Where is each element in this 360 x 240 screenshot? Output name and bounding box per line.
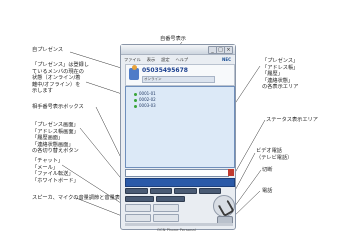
status-area-label: ステータス表示エリア: [266, 117, 318, 123]
tab-row-2: [125, 196, 185, 202]
volume-slider[interactable]: [125, 223, 233, 226]
search-box-label: 相手番号表示ボックス: [32, 104, 84, 110]
self-number-label: 自番号表示: [160, 36, 186, 42]
menu-file[interactable]: ファイル: [124, 56, 141, 63]
file-transfer-button[interactable]: [125, 214, 151, 222]
video-call-label: ビデオ電話 （テレビ電話）: [256, 148, 293, 161]
brand-logo: NEC: [221, 57, 231, 62]
menu-settings[interactable]: 設定: [161, 56, 169, 63]
online-icon: [134, 98, 137, 102]
hangup-label: 切断: [262, 167, 273, 173]
chat-button[interactable]: [125, 204, 151, 212]
func-buttons-label: 「チャット」 「メール」 「ファイル転送」 「ホワイトボード」: [32, 158, 79, 184]
tab-history[interactable]: [174, 188, 197, 194]
menu-bar: ファイル 表示 設定 ヘルプ: [124, 56, 232, 63]
menu-view[interactable]: 表示: [147, 56, 155, 63]
tab-address-book[interactable]: [149, 188, 172, 194]
tab-contact-status[interactable]: [198, 188, 221, 194]
phone-call-button[interactable]: [213, 195, 235, 217]
tab-extra-2[interactable]: [156, 196, 185, 202]
display-area-label: 「プレゼンス」 「アドレス帳」 「履歴」 「連絡状態」 の各表示エリア: [262, 58, 299, 90]
dial-button[interactable]: [228, 169, 234, 176]
presence-list-panel: 0001-01 0002-02 0003-03: [125, 86, 235, 168]
presence-description: 「プレゼンス」は登録し ているメンバの現在の 状態（オンライン/着 離中/オフラ…: [32, 62, 89, 94]
tab-extra-1[interactable]: [125, 196, 154, 202]
close-button[interactable]: ×: [224, 46, 233, 54]
phone-window: _ □ × ファイル 表示 設定 ヘルプ NEC 05035495678 オンラ…: [120, 44, 236, 232]
menu-help[interactable]: ヘルプ: [176, 56, 189, 63]
whiteboard-button[interactable]: [153, 214, 179, 222]
function-buttons: [125, 204, 179, 222]
online-icon: [134, 104, 137, 108]
list-item[interactable]: 0002-02: [134, 97, 156, 102]
tab-buttons-label: 「プレゼンス画面」 「アドレス帳画面」 「履歴画面」 「連絡状態画面」 の各切り…: [32, 122, 79, 154]
title-bar[interactable]: _ □ ×: [121, 45, 235, 55]
number-input[interactable]: [125, 169, 229, 177]
mail-button[interactable]: [153, 204, 179, 212]
tab-presence[interactable]: [125, 188, 148, 194]
speaker-label: スピーカ、マイクの音量調節と音量表示: [32, 195, 126, 201]
list-item[interactable]: 0001-01: [134, 91, 156, 96]
list-item[interactable]: 0003-03: [134, 103, 156, 108]
phone-label: 電話: [262, 188, 273, 194]
avatar-icon[interactable]: [129, 65, 139, 80]
self-presence-panel: 05035495678 オンライン: [125, 64, 235, 86]
self-presence-label: 自プレゼンス: [32, 47, 64, 53]
online-icon: [134, 92, 137, 96]
status-bar: [125, 178, 235, 187]
tab-row-1: [125, 188, 221, 194]
self-number: 05035495678: [142, 67, 188, 74]
self-status-select[interactable]: オンライン: [142, 76, 215, 83]
app-name-label: OCN Phone Personal: [157, 227, 196, 232]
